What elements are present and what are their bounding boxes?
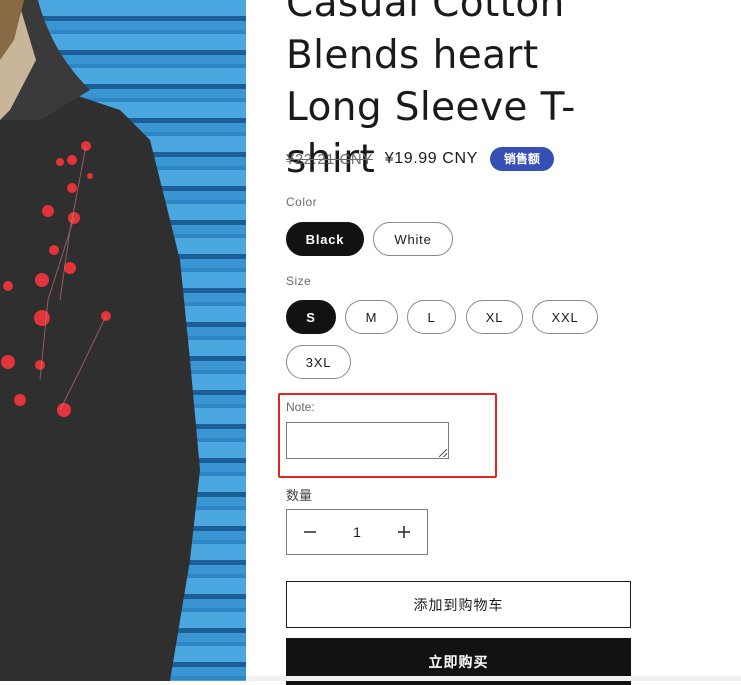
- size-option-3xl[interactable]: 3XL: [286, 345, 351, 379]
- product-image: [0, 0, 246, 681]
- sale-price: ¥19.99 CNY: [384, 150, 478, 167]
- size-label: Size: [286, 274, 312, 288]
- color-option-white[interactable]: White: [373, 222, 453, 256]
- size-option-l[interactable]: L: [407, 300, 456, 334]
- size-option-xl[interactable]: XL: [466, 300, 523, 334]
- quantity-input[interactable]: 1: [333, 524, 381, 540]
- add-to-cart-button[interactable]: 添加到购物车: [286, 581, 631, 628]
- quantity-label: 数量: [286, 489, 313, 504]
- minus-icon: [304, 531, 316, 533]
- plus-icon: [398, 526, 410, 538]
- size-option-m[interactable]: M: [345, 300, 398, 334]
- quantity-stepper: 1: [286, 509, 428, 555]
- color-option-black[interactable]: Black: [286, 222, 364, 256]
- color-label: Color: [286, 195, 318, 209]
- quantity-increase-button[interactable]: [381, 510, 427, 554]
- note-textarea[interactable]: [286, 422, 449, 459]
- resize-handle-icon[interactable]: [439, 449, 447, 457]
- size-option-s[interactable]: S: [286, 300, 336, 334]
- sale-badge: 销售额: [489, 147, 554, 171]
- bottom-divider: [246, 676, 741, 681]
- quantity-decrease-button[interactable]: [287, 510, 333, 554]
- product-photo: [0, 0, 246, 681]
- price-row: ¥22.21 CNY ¥19.99 CNY 销售额: [286, 146, 554, 172]
- regular-price: ¥22.21 CNY: [286, 150, 373, 168]
- note-label: Note:: [286, 400, 315, 414]
- size-option-xxl[interactable]: XXL: [532, 300, 598, 334]
